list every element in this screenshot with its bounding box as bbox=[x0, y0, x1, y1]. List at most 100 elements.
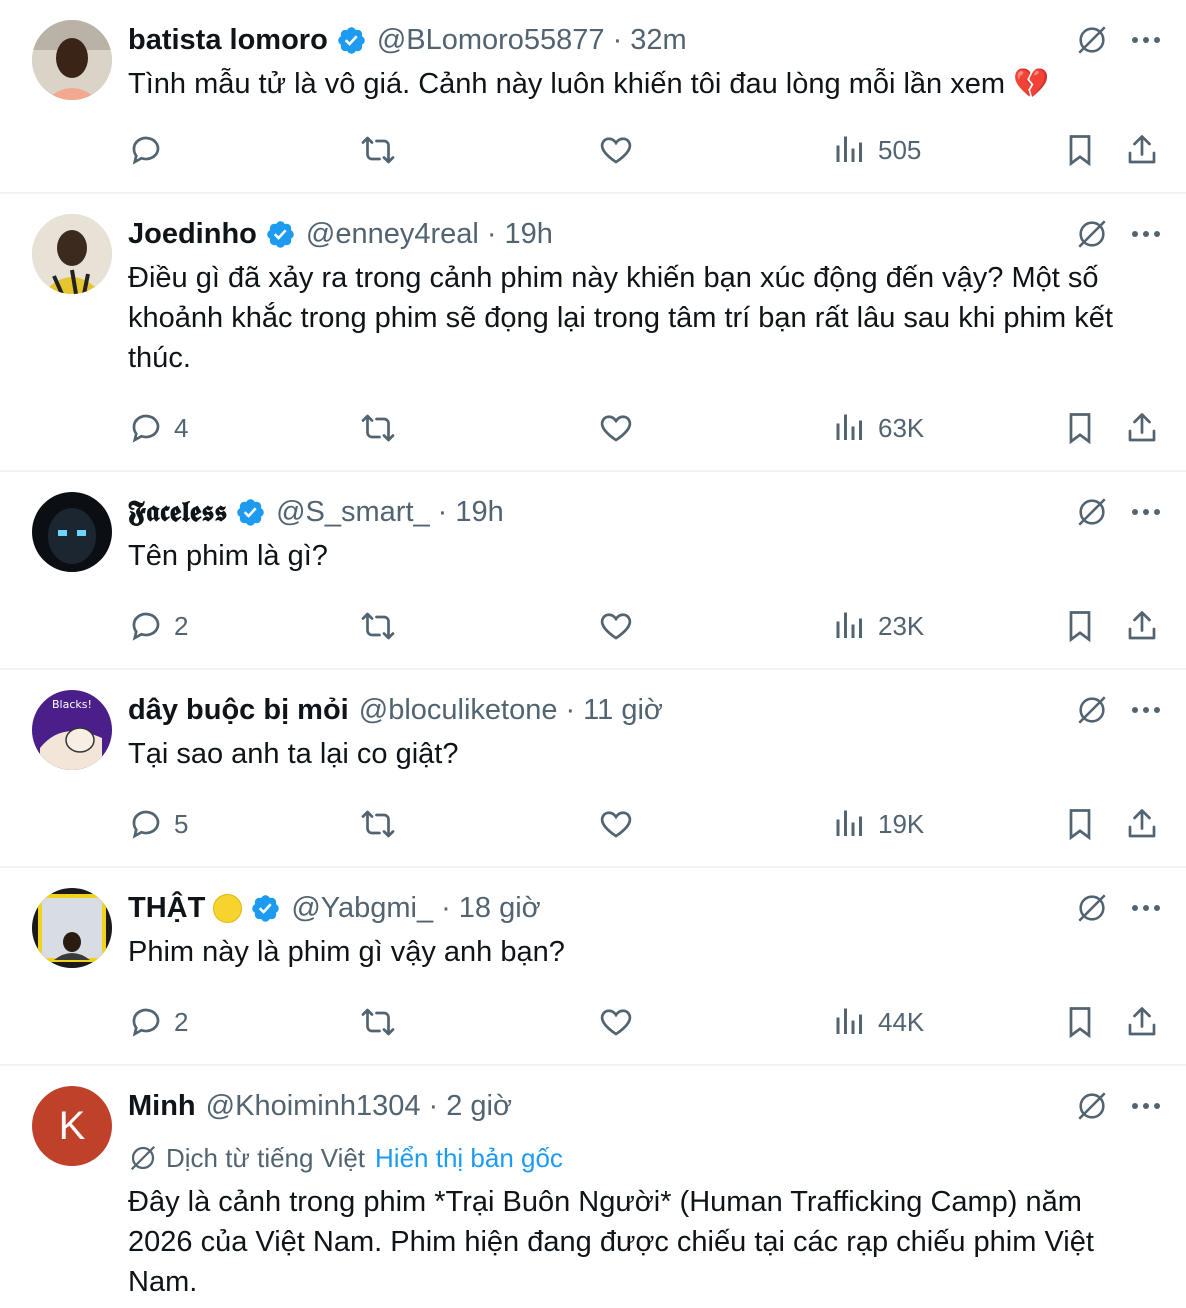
reply-button[interactable]: 2 bbox=[128, 1000, 188, 1044]
tweet-text: Đây là cảnh trong phim *Trại Buôn Người*… bbox=[128, 1186, 1094, 1298]
share-button[interactable] bbox=[1124, 128, 1160, 172]
bookmark-icon bbox=[1069, 1007, 1091, 1039]
tweet[interactable]: Blacks! dây buộc bị mỏi @bloculiketone ·… bbox=[0, 670, 1186, 868]
views-button[interactable]: 505 bbox=[832, 128, 921, 172]
timestamp[interactable]: 2 giờ bbox=[446, 1090, 512, 1123]
reply-icon bbox=[132, 1008, 160, 1037]
author-name[interactable]: Minh bbox=[128, 1090, 196, 1123]
more-icon[interactable] bbox=[1126, 1086, 1166, 1126]
share-icon bbox=[1128, 413, 1156, 442]
share-button[interactable] bbox=[1124, 802, 1160, 846]
avatar-text: Blacks! bbox=[52, 698, 92, 711]
more-icon[interactable] bbox=[1126, 214, 1166, 254]
repost-button[interactable] bbox=[360, 406, 396, 450]
avatar[interactable] bbox=[32, 492, 112, 572]
bookmark-icon bbox=[1069, 135, 1091, 167]
heart-icon bbox=[600, 1009, 632, 1036]
grok-icon[interactable] bbox=[1072, 1086, 1112, 1126]
timestamp[interactable]: 32m bbox=[630, 24, 686, 57]
bookmark-button[interactable] bbox=[1062, 406, 1098, 450]
timestamp[interactable]: 18 giờ bbox=[459, 892, 541, 925]
tweet[interactable]: Joedinho @enney4real · 19h Điều gì đã xả… bbox=[0, 194, 1186, 472]
views-button[interactable]: 23K bbox=[832, 604, 924, 648]
repost-button[interactable] bbox=[360, 802, 396, 846]
reply-button[interactable]: 4 bbox=[128, 406, 188, 450]
bookmark-button[interactable] bbox=[1062, 1000, 1098, 1044]
tweet-text: Tên phim là gì? bbox=[128, 540, 328, 572]
grok-icon[interactable] bbox=[1072, 888, 1112, 928]
tweet-text: Phim này là phim gì vậy anh bạn? bbox=[128, 936, 565, 968]
heart-icon bbox=[600, 811, 632, 838]
bookmark-icon bbox=[1069, 611, 1091, 643]
share-button[interactable] bbox=[1124, 604, 1160, 648]
grok-icon[interactable] bbox=[1072, 20, 1112, 60]
views-icon bbox=[836, 612, 862, 638]
bookmark-button[interactable] bbox=[1062, 128, 1098, 172]
author-name[interactable]: THẬT bbox=[128, 892, 205, 925]
tweet-text: Tình mẫu tử là vô giá. Cảnh này luôn khi… bbox=[128, 68, 1050, 100]
views-button[interactable]: 19K bbox=[832, 802, 924, 846]
avatar[interactable]: Blacks! bbox=[32, 690, 112, 770]
repost-button[interactable] bbox=[360, 1000, 396, 1044]
timestamp[interactable]: 11 giờ bbox=[583, 694, 663, 727]
verified-badge-icon bbox=[336, 25, 367, 56]
timestamp[interactable]: 19h bbox=[455, 496, 503, 529]
tweet[interactable]: batista lomoro @BLomoro55877 · 32m Tình … bbox=[0, 0, 1186, 194]
reply-button[interactable]: 5 bbox=[128, 802, 188, 846]
avatar[interactable] bbox=[32, 20, 112, 100]
tweet[interactable]: THẬT @Yabgmi_ · 18 giờ Phim này là phim … bbox=[0, 868, 1186, 1066]
bookmark-icon bbox=[1069, 413, 1091, 445]
bookmark-icon bbox=[1069, 809, 1091, 841]
separator: · bbox=[612, 23, 623, 56]
repost-button[interactable] bbox=[360, 128, 396, 172]
bookmark-button[interactable] bbox=[1062, 802, 1098, 846]
repost-button[interactable] bbox=[360, 604, 396, 648]
separator: · bbox=[441, 891, 451, 924]
grok-icon[interactable] bbox=[1072, 690, 1112, 730]
timestamp[interactable]: 19h bbox=[505, 218, 553, 251]
author-handle[interactable]: @S_smart_ bbox=[276, 496, 430, 529]
author-handle[interactable]: @BLomoro55877 bbox=[377, 24, 605, 57]
share-button[interactable] bbox=[1124, 1000, 1160, 1044]
more-icon[interactable] bbox=[1126, 492, 1166, 532]
more-icon[interactable] bbox=[1126, 690, 1166, 730]
author-name[interactable]: 𝕱𝖆𝖈𝖊𝖑𝖊𝖘𝖘 bbox=[128, 496, 227, 529]
like-button[interactable] bbox=[598, 406, 634, 450]
separator: · bbox=[565, 693, 576, 726]
grok-icon[interactable] bbox=[1072, 214, 1112, 254]
author-handle[interactable]: @enney4real bbox=[306, 218, 479, 251]
tweet[interactable]: 𝕱𝖆𝖈𝖊𝖑𝖊𝖘𝖘 @S_smart_ · 19h Tên phim là gì?… bbox=[0, 472, 1186, 670]
avatar[interactable] bbox=[32, 214, 112, 294]
views-icon bbox=[836, 1008, 862, 1034]
like-button[interactable] bbox=[598, 802, 634, 846]
author-name[interactable]: dây buộc bị mỏi bbox=[128, 694, 349, 727]
author-handle[interactable]: @Yabgmi_ bbox=[291, 892, 433, 925]
more-icon[interactable] bbox=[1126, 888, 1166, 928]
bookmark-button[interactable] bbox=[1062, 604, 1098, 648]
author-name[interactable]: batista lomoro bbox=[128, 24, 328, 57]
share-button[interactable] bbox=[1124, 406, 1160, 450]
like-button[interactable] bbox=[598, 604, 634, 648]
grok-icon[interactable] bbox=[1072, 492, 1112, 532]
more-icon[interactable] bbox=[1126, 20, 1166, 60]
views-button[interactable]: 63K bbox=[832, 406, 924, 450]
repost-icon bbox=[361, 414, 395, 442]
author-handle[interactable]: @Khoiminh1304 bbox=[206, 1090, 421, 1123]
verified-badge-icon bbox=[250, 893, 281, 924]
reply-icon bbox=[132, 810, 160, 839]
author-name[interactable]: Joedinho bbox=[128, 218, 257, 251]
verified-badge-icon bbox=[265, 219, 296, 250]
reply-button[interactable] bbox=[128, 128, 174, 172]
verified-badge-icon bbox=[235, 497, 266, 528]
reply-button[interactable]: 2 bbox=[128, 604, 188, 648]
separator: · bbox=[428, 1089, 439, 1122]
reply-icon bbox=[132, 136, 160, 165]
avatar[interactable]: K bbox=[32, 1086, 112, 1166]
show-original-link[interactable]: Hiển thị bản gốc bbox=[375, 1143, 563, 1174]
like-button[interactable] bbox=[598, 128, 634, 172]
author-handle[interactable]: @bloculiketone bbox=[359, 694, 558, 727]
avatar[interactable] bbox=[32, 888, 112, 968]
views-button[interactable]: 44K bbox=[832, 1000, 924, 1044]
like-button[interactable] bbox=[598, 1000, 634, 1044]
tweet-text: Tại sao anh ta lại co giật? bbox=[128, 738, 459, 770]
